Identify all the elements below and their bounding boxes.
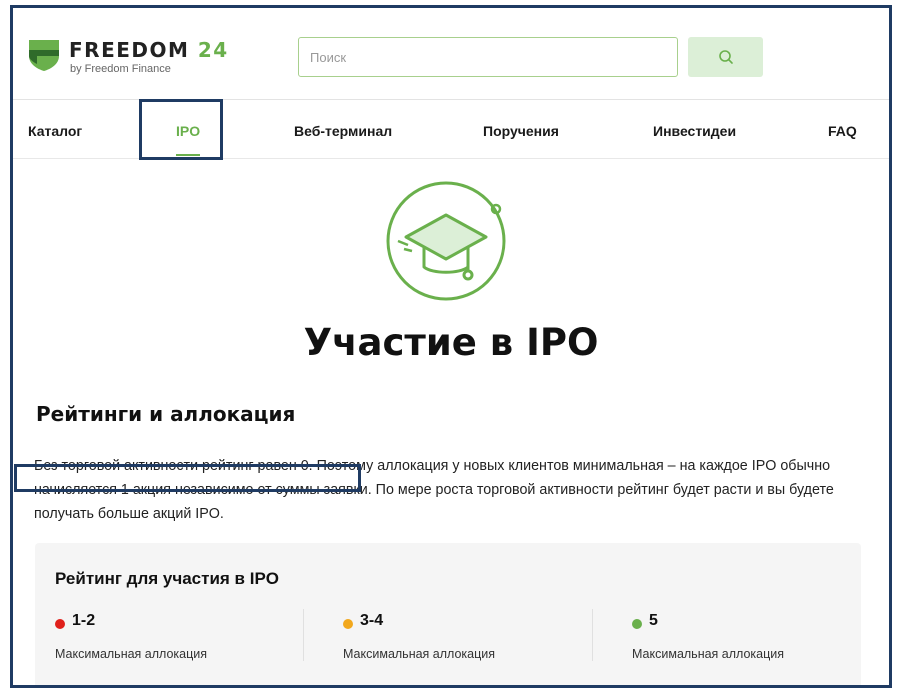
rating-title: Рейтинг для участия в IPO — [55, 569, 280, 588]
rating-level-5: 5 Максимальная аллокация — [632, 611, 889, 667]
paragraph-highlight-box — [14, 464, 361, 492]
page-title: Участие в IPO — [303, 321, 599, 364]
freedom24-logo[interactable]: FREEDOM 24 by Freedom Finance — [27, 36, 237, 78]
rating-level-1-2: 1-2 Максимальная аллокация — [55, 611, 315, 667]
green-dot-icon — [632, 619, 642, 629]
rating-level-3-4: 3-4 Максимальная аллокация — [343, 611, 603, 667]
search-button[interactable] — [688, 37, 763, 77]
site-header: FREEDOM 24 by Freedom Finance — [13, 8, 889, 100]
nav-item-orders[interactable]: Поручения — [483, 123, 559, 139]
column-divider — [303, 609, 304, 661]
rating-range: 5 — [649, 612, 658, 629]
logo-wordmark: FREEDOM 24 — [69, 38, 229, 62]
rating-description: Максимальная аллокация — [55, 647, 208, 661]
section-title: Рейтинги и аллокация — [36, 402, 296, 426]
nav-item-faq[interactable]: FAQ — [828, 123, 857, 139]
search-icon — [718, 50, 733, 64]
nav-item-catalog[interactable]: Каталог — [28, 123, 82, 139]
orange-dot-icon — [343, 619, 353, 629]
red-dot-icon — [55, 619, 65, 629]
logo-subtitle: by Freedom Finance — [70, 63, 171, 75]
search-input[interactable] — [298, 37, 678, 77]
freedom-shield-icon — [29, 40, 59, 71]
rating-range: 3-4 — [360, 612, 384, 629]
nav-item-web-terminal[interactable]: Веб-терминал — [294, 123, 392, 139]
graduation-cap-icon — [386, 181, 506, 301]
rating-range: 1-2 — [72, 612, 96, 629]
rating-description: Максимальная аллокация — [343, 647, 496, 661]
rating-card: Рейтинг для участия в IPO 1-2 Максимальн… — [35, 543, 861, 685]
rating-description: Максимальная аллокация — [632, 647, 785, 661]
nav-item-investideas[interactable]: Инвестидеи — [653, 123, 736, 139]
column-divider — [592, 609, 593, 661]
ipo-tab-highlight-box — [139, 99, 223, 160]
